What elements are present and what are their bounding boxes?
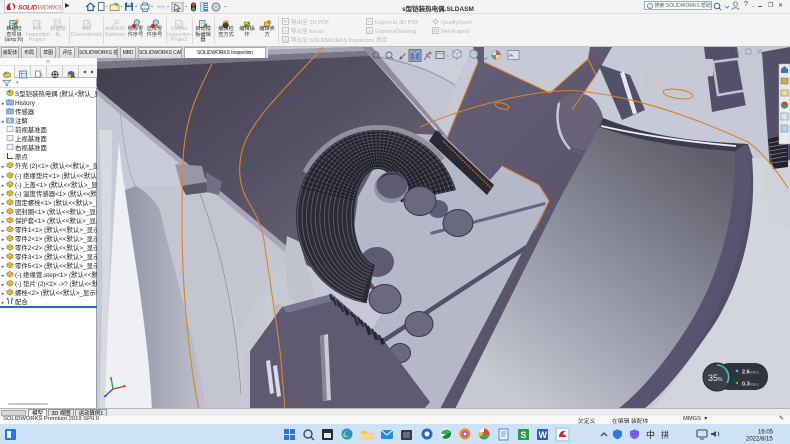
svg-text:中: 中	[646, 429, 655, 440]
svg-text:S: S	[521, 430, 527, 440]
svg-text:拼: 拼	[661, 430, 669, 440]
svg-text:16:05: 16:05	[758, 430, 774, 436]
svg-text:SOLID: SOLID	[18, 5, 38, 12]
svg-text:W: W	[539, 430, 548, 440]
svg-text:2022/8/15: 2022/8/15	[746, 437, 773, 443]
svg-text:WORKS: WORKS	[38, 5, 63, 12]
